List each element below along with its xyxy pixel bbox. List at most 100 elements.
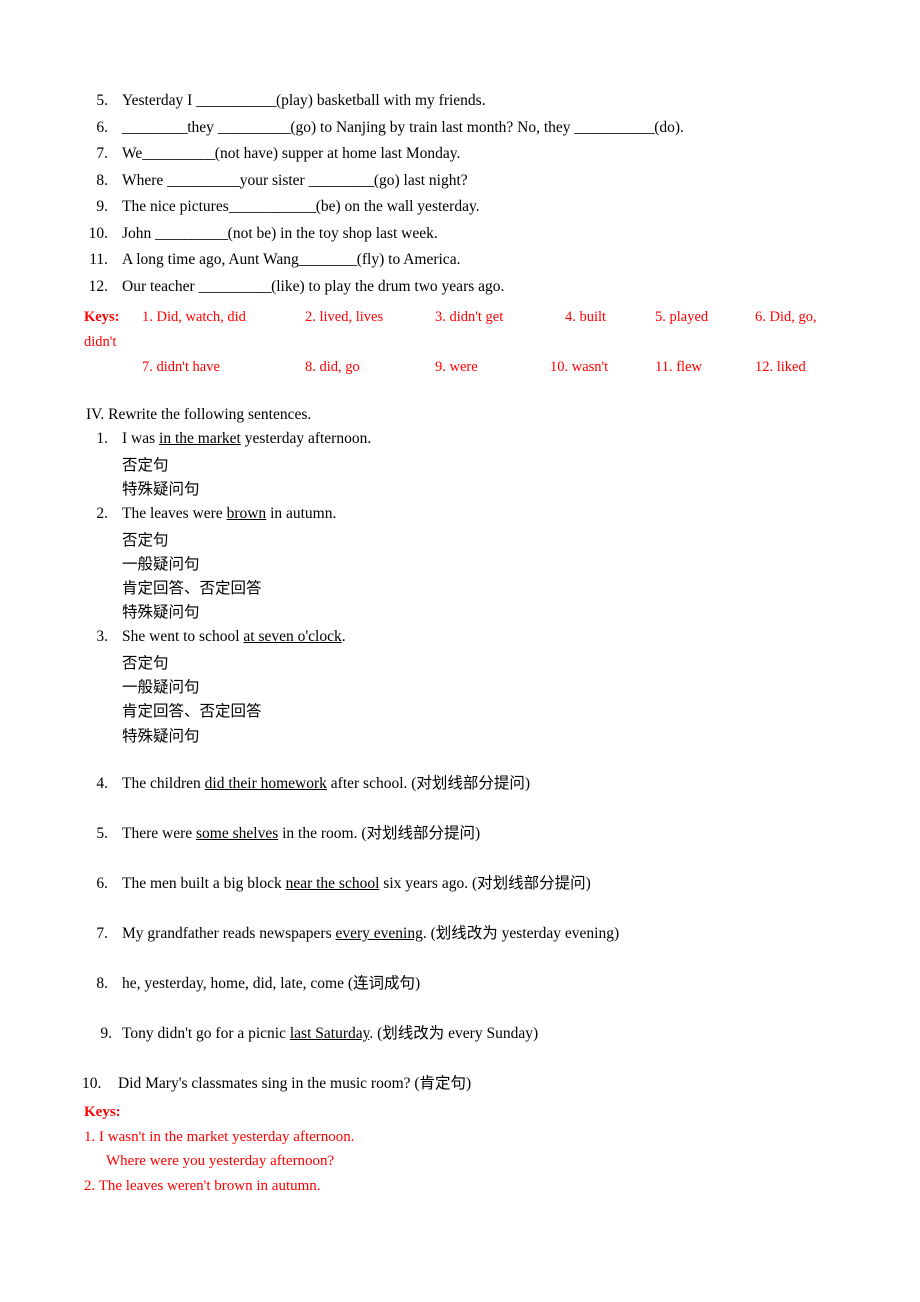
item-text: I was in the market yesterday afternoon. xyxy=(122,427,920,451)
keys-one-row-1: Keys: 1. Did, watch, did 2. lived, lives 3… xyxy=(84,305,884,330)
answer-blank[interactable]: ________ xyxy=(299,251,358,268)
sentence-text: The men built a big block xyxy=(122,874,286,892)
rewrite-question: 4. The children did their homework after … xyxy=(0,772,920,798)
sentence-text: your sister xyxy=(239,171,309,189)
rewrite-question: 1. I was in the market yesterday afternoo… xyxy=(0,427,920,502)
item-number: 9. xyxy=(96,198,108,215)
sentence-text: (be) on the wall yesterday. xyxy=(315,198,480,215)
keys-one-label: Keys: xyxy=(84,309,120,325)
sentence-text: The leaves were xyxy=(122,504,227,522)
rewrite-subtask-label: 肯定回答、否定回答 xyxy=(122,702,262,721)
rewrite-subtask-label: 否定句 xyxy=(122,530,169,549)
rewrite-question-line: 8. he, yesterday, home, did, late, come (… xyxy=(0,972,920,998)
sentence-text: She went to school xyxy=(122,627,244,645)
key-answer: 5. played xyxy=(655,309,709,325)
answer-blank[interactable]: _________ xyxy=(309,172,375,189)
answer-blank[interactable]: _________ xyxy=(122,119,188,136)
keys-one-wrap-word: didn't xyxy=(84,334,117,350)
rewrite-subtask-label: 特殊疑问句 xyxy=(122,726,200,745)
rewrite-question: 9. Tony didn't go for a picnic last Satur… xyxy=(0,1022,920,1048)
key-answer: 2. lived, lives xyxy=(305,309,384,325)
underlined-phrase: brown xyxy=(226,504,267,522)
sentence-text: (do). xyxy=(654,118,684,136)
fill-in-item: 11. A long time ago, Aunt Wang________(fl… xyxy=(0,247,920,273)
item-number: 12. xyxy=(88,277,108,295)
answer-blank[interactable]: __________ xyxy=(167,172,240,189)
item-text: _________they __________(go) to Nanjing … xyxy=(122,115,920,141)
rewrite-question-line: 1. I was in the market yesterday afternoo… xyxy=(0,427,920,453)
sentence-text: Tony didn't go for a picnic xyxy=(122,1024,290,1042)
fill-in-item: 7. We__________(not have) supper at home … xyxy=(0,141,920,167)
item-number: 10. xyxy=(82,1074,102,1092)
sentence-text: The nice pictures xyxy=(122,198,229,215)
sentence-text: in autumn. xyxy=(266,504,337,522)
answer-blank[interactable]: ___________ xyxy=(196,92,276,109)
item-text: Our teacher __________(like) to play the… xyxy=(122,274,920,300)
keys-one-row-2: 7. didn't have 8. did, go 9. were 10. wasn'… xyxy=(84,355,884,380)
sentence-text: (like) to play the drum two years ago. xyxy=(271,277,505,295)
answer-blank[interactable]: __________ xyxy=(155,225,228,242)
fill-in-item: 5. Yesterday I ___________(play) basketba… xyxy=(0,88,920,114)
underlined-phrase: last Saturday xyxy=(289,1024,370,1042)
key-answer: 11. flew xyxy=(655,359,702,375)
sentence-text: Our teacher xyxy=(122,277,199,295)
answer-blank[interactable]: ___________ xyxy=(574,119,654,136)
rewrite-subtask-label: 否定句 xyxy=(122,653,169,672)
item-text: he, yesterday, home, did, late, come (连词… xyxy=(122,972,920,996)
sentence-text: A long time ago, Aunt Wang xyxy=(122,251,299,268)
item-text: Did Mary's classmates sing in the music … xyxy=(118,1072,920,1096)
item-text: John __________(not be) in the toy shop … xyxy=(122,221,920,247)
rewrite-question: 3. She went to school at seven o'clock. 否定… xyxy=(0,625,920,748)
key-answer: 3. didn't get xyxy=(435,309,504,325)
section-four: IV. Rewrite the following sentences. 1. I… xyxy=(0,403,920,1098)
item-number: 6. xyxy=(96,118,108,136)
fill-in-blank-list: 5. Yesterday I ___________(play) basketba… xyxy=(0,88,920,300)
sentence-text: Yesterday I xyxy=(122,92,197,109)
fill-in-item: 12. Our teacher __________(like) to play … xyxy=(0,274,920,300)
key-answer: 9. were xyxy=(435,359,478,375)
item-text: The leaves were brown in autumn. xyxy=(122,502,920,526)
keys-block-one: Keys: 1. Did, watch, did 2. lived, lives 3… xyxy=(84,305,884,380)
rewrite-subtask-label: 肯定回答、否定回答 xyxy=(122,579,262,598)
item-number: 5. xyxy=(96,92,108,109)
key-answer: 10. wasn't xyxy=(550,359,609,375)
rewrite-question: 10. Did Mary's classmates sing in the mus… xyxy=(0,1072,920,1098)
sentence-text: (go) to Nanjing by train last month? No,… xyxy=(290,118,575,136)
keys-one-wrap-line: didn't xyxy=(84,330,884,355)
fill-in-item: 10. John __________(not be) in the toy sh… xyxy=(0,221,920,247)
item-text: She went to school at seven o'clock. xyxy=(122,625,920,649)
sentence-text: I was xyxy=(122,430,160,447)
answer-blank[interactable]: __________ xyxy=(218,119,291,136)
item-number: 11. xyxy=(89,251,108,268)
item-number: 7. xyxy=(96,924,108,942)
answer-blank[interactable]: ____________ xyxy=(229,198,317,215)
keys-two-label: Keys: xyxy=(84,1104,121,1120)
underlined-phrase: every evening xyxy=(335,924,423,942)
sentence-text: they xyxy=(187,118,218,136)
item-number: 1. xyxy=(96,430,108,447)
item-text: Yesterday I ___________(play) basketball… xyxy=(122,88,920,114)
item-number: 5. xyxy=(96,824,108,842)
underlined-phrase: in the market xyxy=(159,430,241,447)
key-answer-line: 2. The leaves weren't brown in autumn. xyxy=(84,1177,321,1194)
sentence-text: My grandfather reads newspapers xyxy=(122,924,336,942)
item-number: 8. xyxy=(96,974,108,992)
rewrite-question-line: 9. Tony didn't go for a picnic last Satur… xyxy=(0,1022,920,1048)
sentence-text: Where xyxy=(122,171,168,189)
answer-blank[interactable]: __________ xyxy=(199,278,272,295)
rewrite-question-line: 10. Did Mary's classmates sing in the mus… xyxy=(0,1072,920,1098)
keys-block-two: Keys: 1. I wasn't in the market yesterda… xyxy=(84,1100,844,1198)
rewrite-subtask-label: 一般疑问句 xyxy=(122,554,200,573)
rewrite-question-line: 7. My grandfather reads newspapers every … xyxy=(0,922,920,948)
rewrite-question: 7. My grandfather reads newspapers every … xyxy=(0,922,920,948)
answer-blank[interactable]: __________ xyxy=(142,145,215,162)
item-number: 2. xyxy=(96,504,108,522)
sentence-text: he, yesterday, home, did, late, come (连词… xyxy=(122,974,421,992)
sentence-text: . (划线改为 yesterday evening) xyxy=(422,924,620,942)
rewrite-question-line: 4. The children did their homework after … xyxy=(0,772,920,798)
section-four-heading: IV. Rewrite the following sentences. xyxy=(86,406,312,423)
key-answer-line: 1. I wasn't in the market yesterday afte… xyxy=(84,1128,355,1145)
item-number: 10. xyxy=(88,224,108,242)
underlined-phrase: some shelves xyxy=(196,824,279,842)
sentence-text: (not have) supper at home last Monday. xyxy=(214,145,461,162)
